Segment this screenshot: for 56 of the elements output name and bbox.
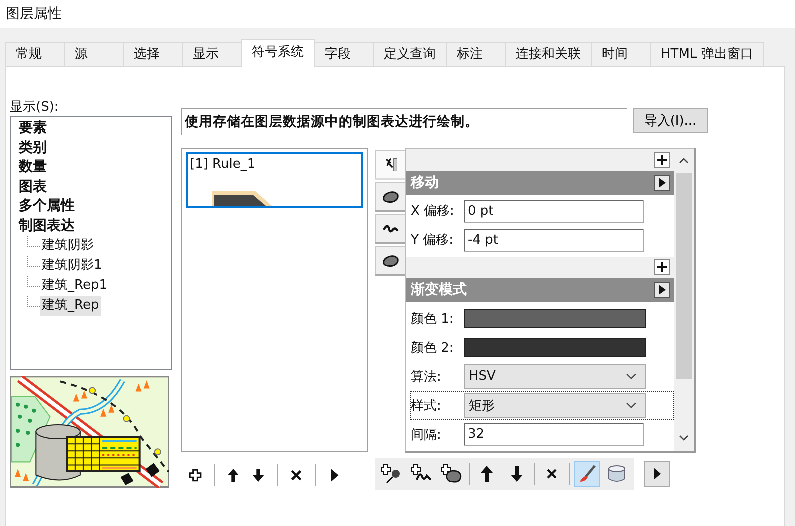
add-icon[interactable] bbox=[189, 468, 202, 482]
section-title: 渐变模式 bbox=[411, 281, 467, 300]
tree-item[interactable]: 要素 bbox=[17, 119, 165, 138]
database-icon bbox=[606, 464, 628, 484]
chevron-down-icon bbox=[626, 373, 637, 380]
tree-item[interactable]: 制图表达 bbox=[17, 216, 165, 236]
field-label: 算法: bbox=[411, 368, 442, 386]
text-field[interactable]: -4 pt bbox=[464, 228, 644, 252]
import-button[interactable]: 导入(I)... bbox=[633, 108, 708, 133]
blob-icon bbox=[382, 188, 400, 204]
description-field: 使用存储在图层数据源中的制图表达进行绘制。 bbox=[181, 108, 627, 135]
tree-item[interactable]: 建筑_Rep bbox=[40, 296, 102, 316]
tree-item[interactable]: 建筑阴影 bbox=[40, 236, 96, 256]
text-field[interactable]: 32 bbox=[464, 423, 644, 446]
field-label: 颜色 2: bbox=[411, 340, 455, 356]
field-label: Y 偏移: bbox=[411, 232, 454, 249]
tree-item[interactable]: 类别 bbox=[17, 138, 165, 158]
brush-button[interactable] bbox=[574, 461, 600, 487]
arrow-up-icon[interactable] bbox=[227, 468, 240, 482]
color-swatch[interactable] bbox=[464, 338, 646, 357]
rule-label: [1] Rule_1 bbox=[190, 157, 257, 173]
dropdown[interactable]: 矩形 bbox=[464, 393, 646, 418]
rule-item[interactable]: [1] Rule_1 bbox=[186, 152, 363, 208]
menu-arrow-button[interactable] bbox=[654, 174, 670, 191]
section-title: 移动 bbox=[411, 174, 439, 192]
menu-arrow-button[interactable] bbox=[654, 282, 670, 298]
play-button[interactable] bbox=[644, 461, 670, 487]
tab[interactable]: HTML 弹出窗口 bbox=[650, 42, 764, 66]
field-label: 颜色 1: bbox=[411, 310, 455, 328]
expand-button[interactable] bbox=[654, 152, 670, 168]
field-label: 间隔: bbox=[411, 426, 442, 444]
field-label: 样式: bbox=[411, 398, 442, 414]
layer-tab[interactable] bbox=[375, 246, 405, 276]
expand-button[interactable] bbox=[654, 259, 670, 276]
dropdown[interactable]: HSV bbox=[464, 364, 646, 389]
layer-tab[interactable] bbox=[375, 182, 405, 212]
layer-tab[interactable] bbox=[375, 150, 405, 180]
window-title: 图层属性 bbox=[6, 5, 62, 23]
display-label: 显示(S): bbox=[10, 100, 60, 116]
tree-item[interactable]: 图表 bbox=[17, 178, 165, 197]
blob-icon bbox=[382, 252, 400, 268]
arrow-down-icon[interactable] bbox=[252, 468, 265, 482]
field-label: X 偏移: bbox=[411, 203, 456, 220]
tab[interactable]: 常规 bbox=[5, 42, 65, 66]
color-swatch[interactable] bbox=[464, 309, 646, 328]
add-fill-icon bbox=[441, 464, 463, 484]
delete-icon[interactable] bbox=[290, 468, 303, 482]
tree-item[interactable]: 建筑_Rep1 bbox=[40, 276, 110, 296]
tree-item[interactable]: 多个属性 bbox=[17, 197, 165, 216]
tree-item[interactable]: 数量 bbox=[17, 158, 165, 178]
chevron-down-icon bbox=[626, 402, 637, 409]
tab[interactable]: 符号系统 bbox=[241, 39, 315, 67]
tree-item[interactable]: 建筑阴影1 bbox=[40, 256, 104, 276]
text-field[interactable]: 0 pt bbox=[464, 200, 644, 222]
layer-tab[interactable] bbox=[375, 214, 405, 244]
add-marker-icon bbox=[381, 464, 403, 484]
